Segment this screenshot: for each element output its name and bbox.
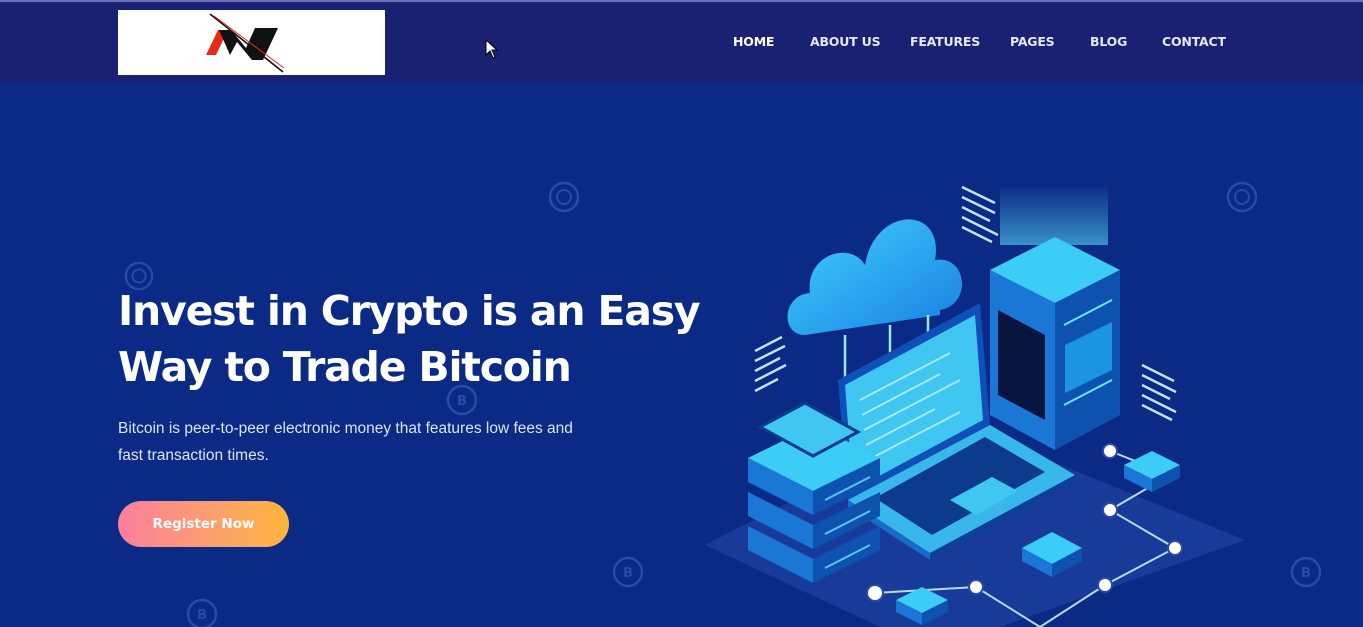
nav-about-us[interactable]: ABOUT US bbox=[810, 34, 881, 49]
svg-text:B: B bbox=[1301, 566, 1311, 581]
nav-contact[interactable]: CONTACT bbox=[1162, 34, 1226, 49]
bitcoin-coin-icon: B bbox=[612, 556, 644, 588]
nav-home[interactable]: HOME bbox=[733, 34, 774, 49]
svg-text:B: B bbox=[197, 608, 207, 623]
site-logo[interactable] bbox=[118, 10, 385, 75]
cloud-server-laptop-illustration bbox=[705, 185, 1245, 627]
bitcoin-coin-icon bbox=[548, 181, 580, 213]
nav-blog[interactable]: BLOG bbox=[1090, 34, 1127, 49]
nav-pages[interactable]: PAGES bbox=[1010, 34, 1055, 49]
hero-title: Invest in Crypto is an Easy Way to Trade… bbox=[118, 283, 701, 395]
bitcoin-coin-icon: B bbox=[186, 598, 218, 627]
hero-subtitle: Bitcoin is peer-to-peer electronic money… bbox=[118, 420, 573, 464]
hero-title-line-1: Invest in Crypto is an Easy bbox=[118, 287, 701, 335]
nav-features[interactable]: FEATURES bbox=[910, 34, 980, 49]
svg-text:B: B bbox=[457, 394, 467, 409]
hero-title-line-2: Way to Trade Bitcoin bbox=[118, 343, 572, 391]
svg-text:B: B bbox=[623, 566, 633, 581]
mouse-cursor-icon bbox=[485, 39, 499, 59]
bitcoin-coin-icon: B bbox=[1290, 556, 1322, 588]
n-logo bbox=[206, 13, 285, 73]
site-header: HOME ABOUT US FEATURES PAGES BLOG CONTAC… bbox=[0, 2, 1363, 82]
register-now-button[interactable]: Register Now bbox=[118, 501, 289, 547]
